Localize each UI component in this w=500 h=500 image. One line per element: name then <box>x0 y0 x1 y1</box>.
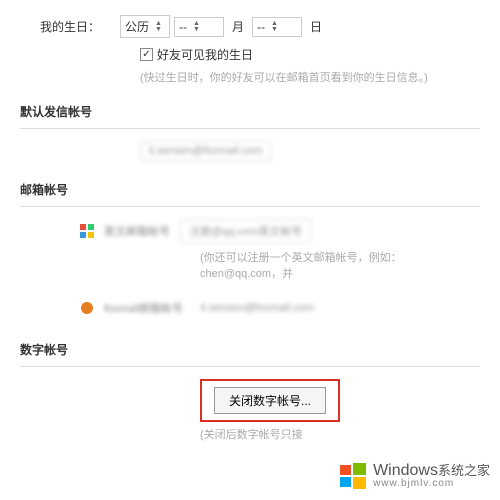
watermark-url: www.bjmlv.com <box>373 479 490 489</box>
divider <box>20 128 480 129</box>
month-unit: 月 <box>228 18 248 35</box>
windows-logo-icon <box>339 462 367 490</box>
watermark: Windows系统之家 www.bjmlv.com <box>339 462 490 490</box>
qq-account-value[interactable]: 注册@qq.com英文帐号 <box>180 219 311 243</box>
default-account-value[interactable]: li.sensen@foxmail.com <box>140 141 271 161</box>
close-digital-highlight: 关闭数字帐号... <box>200 379 340 422</box>
day-select[interactable]: -- ▲▼ <box>252 17 302 37</box>
foxmail-account-value: li.sensen@foxmail.com <box>193 299 322 317</box>
birthday-label: 我的生日： <box>20 18 120 35</box>
watermark-text: Windows系统之家 www.bjmlv.com <box>373 463 490 489</box>
calendar-select[interactable]: 公历 ▲▼ <box>120 15 170 38</box>
divider <box>20 206 480 207</box>
birthday-controls: 公历 ▲▼ -- ▲▼ 月 -- ▲▼ 日 <box>120 15 480 38</box>
default-account-title: 默认发信帐号 <box>20 103 480 120</box>
foxmail-icon <box>80 301 94 315</box>
foxmail-account-label: foxmail邮箱帐号 <box>104 300 183 316</box>
qq-account-label: 英文邮箱帐号 <box>104 223 170 239</box>
updown-icon: ▲▼ <box>271 21 278 33</box>
qq-account-row: 英文邮箱帐号 注册@qq.com英文帐号 <box>80 219 480 243</box>
watermark-main: Windows系统之家 <box>373 463 490 479</box>
divider <box>20 366 480 367</box>
month-select[interactable]: -- ▲▼ <box>174 17 224 37</box>
mailbox-account-title: 邮箱帐号 <box>20 181 480 198</box>
digital-account-title: 数字帐号 <box>20 341 480 358</box>
day-unit: 日 <box>306 18 326 35</box>
birthday-row: 我的生日： 公历 ▲▼ -- ▲▼ 月 -- ▲▼ 日 <box>20 15 480 38</box>
close-digital-button[interactable]: 关闭数字帐号... <box>214 387 326 414</box>
qq-icon <box>80 224 94 238</box>
foxmail-account-row: foxmail邮箱帐号 li.sensen@foxmail.com <box>80 299 480 317</box>
visibility-checkbox[interactable]: ✓ <box>140 48 153 61</box>
visibility-checkbox-row: ✓ 好友可见我的生日 <box>140 46 480 63</box>
calendar-value: 公历 <box>125 18 149 35</box>
month-value: -- <box>179 20 187 34</box>
updown-icon: ▲▼ <box>193 21 200 33</box>
birthday-hint: (快过生日时，你的好友可以在邮箱首页看到你的生日信息。) <box>140 69 480 85</box>
updown-icon: ▲▼ <box>155 21 162 33</box>
day-value: -- <box>257 20 265 34</box>
digital-account-hint: (关闭后数字帐号只接 <box>200 426 480 442</box>
visibility-label: 好友可见我的生日 <box>157 46 253 63</box>
qq-account-hint: (你还可以注册一个英文邮箱帐号，例如：chen@qq.com，并 <box>200 249 480 281</box>
